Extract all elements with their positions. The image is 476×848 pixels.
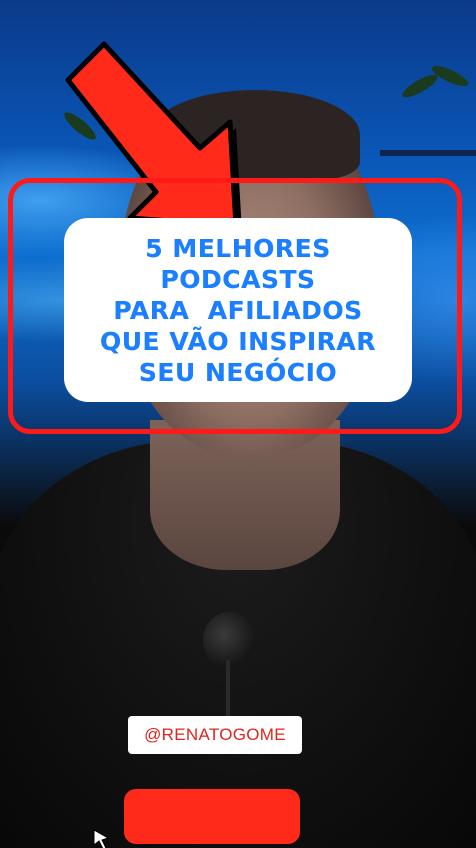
title-card: 5 MELHORES PODCASTS PARA AFILIADOS QUE V… [64,218,412,402]
title-line-4: QUE VÃO INSPIRAR [100,326,376,356]
background-shelf-right [380,150,476,156]
video-frame: 5 MELHORES PODCASTS PARA AFILIADOS QUE V… [0,0,476,848]
creator-handle: @RENATOGOME [144,725,286,744]
title-line-1: 5 MELHORES [145,233,331,263]
red-action-button[interactable] [124,789,300,844]
title-line-3: PARA AFILIADOS [113,295,363,325]
pointer-icon [93,829,110,848]
title-line-5: SEU NEGÓCIO [138,357,338,387]
title-line-2: PODCASTS [160,264,316,294]
creator-handle-tag[interactable]: @RENATOGOME [128,716,302,754]
